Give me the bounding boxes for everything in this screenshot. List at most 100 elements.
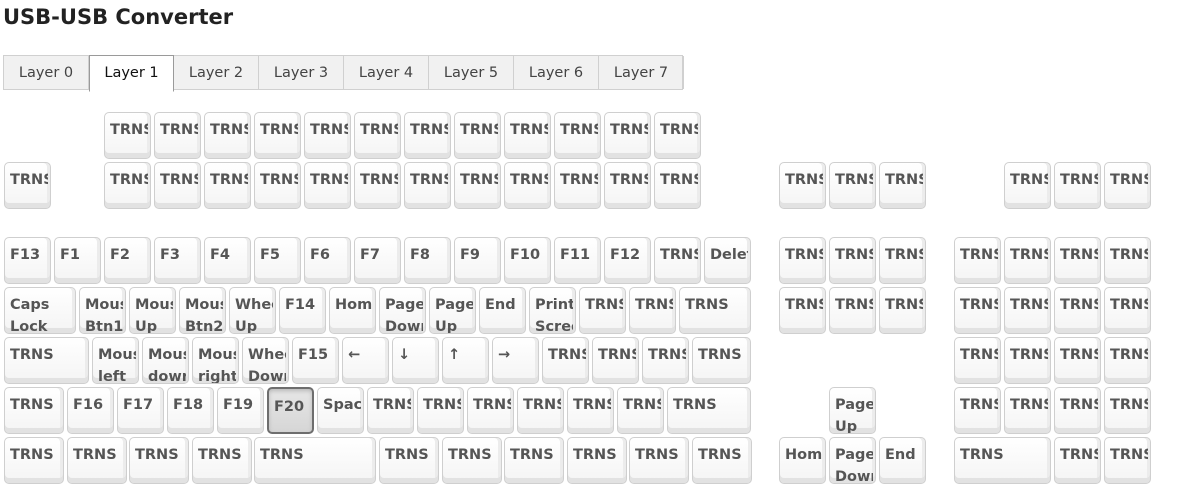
- key-trns[interactable]: TRNS: [254, 112, 301, 159]
- key-trns[interactable]: TRNS: [604, 162, 651, 209]
- key-end[interactable]: End: [879, 437, 926, 484]
- key-trns[interactable]: TRNS: [454, 112, 501, 159]
- key-trns[interactable]: TRNS: [1104, 162, 1151, 209]
- key-trns[interactable]: TRNS: [1104, 287, 1151, 334]
- key-trns[interactable]: TRNS: [592, 337, 639, 384]
- key-hom[interactable]: Hom: [329, 287, 376, 334]
- key-trns[interactable]: TRNS: [517, 387, 564, 434]
- key-trns[interactable]: TRNS: [304, 112, 351, 159]
- key-trns[interactable]: TRNS: [554, 112, 601, 159]
- key-trns[interactable]: TRNS: [679, 287, 751, 334]
- key-trns[interactable]: TRNS: [354, 162, 401, 209]
- key-trns[interactable]: TRNS: [654, 162, 701, 209]
- key-f18[interactable]: F18: [167, 387, 214, 434]
- key-f12[interactable]: F12: [604, 237, 651, 284]
- key-whee-up[interactable]: Whee Up: [229, 287, 276, 334]
- key-trns[interactable]: TRNS: [104, 162, 151, 209]
- key-trns[interactable]: TRNS: [542, 337, 589, 384]
- key-f3[interactable]: F3: [154, 237, 201, 284]
- key-mous-btn2[interactable]: Mous Btn2: [179, 287, 226, 334]
- key-trns[interactable]: TRNS: [1054, 337, 1101, 384]
- key-trns[interactable]: TRNS: [779, 162, 826, 209]
- key-trns[interactable]: TRNS: [1004, 162, 1051, 209]
- key-delet[interactable]: Delet: [704, 237, 751, 284]
- key-f4[interactable]: F4: [204, 237, 251, 284]
- key-spac[interactable]: Spac: [317, 387, 364, 434]
- key-trns[interactable]: TRNS: [642, 337, 689, 384]
- key-trns[interactable]: TRNS: [404, 112, 451, 159]
- key-trns[interactable]: TRNS: [604, 112, 651, 159]
- key-trns[interactable]: TRNS: [1004, 237, 1051, 284]
- key-trns[interactable]: TRNS: [779, 287, 826, 334]
- key-down-arrow[interactable]: ↓: [392, 337, 439, 384]
- key-mous-right[interactable]: Mous right: [192, 337, 239, 384]
- key-page-up[interactable]: Page Up: [429, 287, 476, 334]
- key-f5[interactable]: F5: [254, 237, 301, 284]
- key-trns[interactable]: TRNS: [504, 112, 551, 159]
- key-trns[interactable]: TRNS: [367, 387, 414, 434]
- key-f13[interactable]: F13: [4, 237, 51, 284]
- key-trns[interactable]: TRNS: [192, 437, 252, 484]
- key-trns[interactable]: TRNS: [254, 437, 376, 484]
- key-trns[interactable]: TRNS: [442, 437, 502, 484]
- key-trns[interactable]: TRNS: [4, 437, 64, 484]
- key-trns[interactable]: TRNS: [954, 387, 1001, 434]
- key-trns[interactable]: TRNS: [954, 437, 1051, 484]
- key-f11[interactable]: F11: [554, 237, 601, 284]
- key-f17[interactable]: F17: [117, 387, 164, 434]
- key-trns[interactable]: TRNS: [204, 162, 251, 209]
- key-trns[interactable]: TRNS: [1054, 437, 1101, 484]
- key-trns[interactable]: TRNS: [629, 287, 676, 334]
- key-trns[interactable]: TRNS: [4, 387, 64, 434]
- key-trns[interactable]: TRNS: [954, 237, 1001, 284]
- key-trns[interactable]: TRNS: [1054, 237, 1101, 284]
- key-trns[interactable]: TRNS: [692, 437, 752, 484]
- key-f6[interactable]: F6: [304, 237, 351, 284]
- key-trns[interactable]: TRNS: [567, 387, 614, 434]
- key-whee-dowr[interactable]: Whee Dowr: [242, 337, 289, 384]
- key-f15[interactable]: F15: [292, 337, 339, 384]
- key-mous-up[interactable]: Mous Up: [129, 287, 176, 334]
- key-left-arrow[interactable]: ←: [342, 337, 389, 384]
- key-trns[interactable]: TRNS: [454, 162, 501, 209]
- key-f16[interactable]: F16: [67, 387, 114, 434]
- key-trns[interactable]: TRNS: [104, 112, 151, 159]
- key-trns[interactable]: TRNS: [379, 437, 439, 484]
- key-f9[interactable]: F9: [454, 237, 501, 284]
- key-trns[interactable]: TRNS: [1004, 337, 1051, 384]
- key-trns[interactable]: TRNS: [129, 437, 189, 484]
- key-f14[interactable]: F14: [279, 287, 326, 334]
- key-trns[interactable]: TRNS: [879, 237, 926, 284]
- key-trns[interactable]: TRNS: [879, 162, 926, 209]
- key-trns[interactable]: TRNS: [879, 287, 926, 334]
- key-trns[interactable]: TRNS: [954, 337, 1001, 384]
- key-trns[interactable]: TRNS: [417, 387, 464, 434]
- key-trns[interactable]: TRNS: [1054, 162, 1101, 209]
- key-f7[interactable]: F7: [354, 237, 401, 284]
- key-trns[interactable]: TRNS: [1104, 237, 1151, 284]
- key-trns[interactable]: TRNS: [579, 287, 626, 334]
- key-trns[interactable]: TRNS: [954, 287, 1001, 334]
- key-trns[interactable]: TRNS: [779, 237, 826, 284]
- key-trns[interactable]: TRNS: [504, 162, 551, 209]
- key-f20[interactable]: F20: [267, 387, 314, 434]
- key-trns[interactable]: TRNS: [654, 112, 701, 159]
- key-right-arrow[interactable]: →: [492, 337, 539, 384]
- key-trns[interactable]: TRNS: [404, 162, 451, 209]
- key-trns[interactable]: TRNS: [829, 237, 876, 284]
- key-page-dowr[interactable]: Page Dowr: [829, 437, 876, 484]
- key-print-scree[interactable]: Print Scree: [529, 287, 576, 334]
- key-trns[interactable]: TRNS: [829, 287, 876, 334]
- key-trns[interactable]: TRNS: [467, 387, 514, 434]
- key-f2[interactable]: F2: [104, 237, 151, 284]
- key-trns[interactable]: TRNS: [829, 162, 876, 209]
- key-trns[interactable]: TRNS: [1054, 287, 1101, 334]
- key-trns[interactable]: TRNS: [1004, 287, 1051, 334]
- key-trns[interactable]: TRNS: [654, 237, 701, 284]
- key-trns[interactable]: TRNS: [1104, 437, 1151, 484]
- key-trns[interactable]: TRNS: [1054, 387, 1101, 434]
- key-trns[interactable]: TRNS: [617, 387, 664, 434]
- key-f1[interactable]: F1: [54, 237, 101, 284]
- key-trns[interactable]: TRNS: [1104, 387, 1151, 434]
- key-page-dowr[interactable]: Page Dowr: [379, 287, 426, 334]
